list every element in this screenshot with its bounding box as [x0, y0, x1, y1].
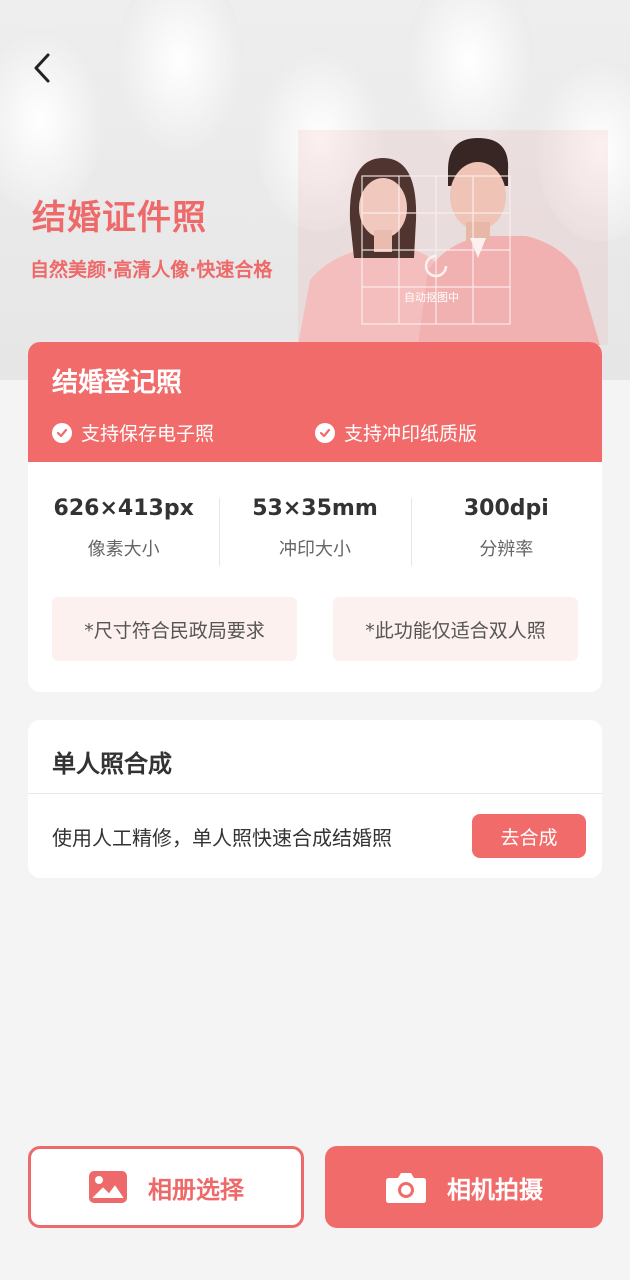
feature-label: 支持冲印纸质版 — [344, 423, 478, 445]
hero-subtitle: 自然美颜·高清人像·快速合格 — [30, 259, 273, 281]
card-header: 结婚登记照 支持保存电子照 支持冲印纸质版 — [28, 342, 602, 462]
spec-value: 53×35mm — [252, 496, 378, 521]
spec-print-size: 53×35mm 冲印大小 — [219, 496, 410, 566]
spec-label: 分辨率 — [479, 539, 534, 560]
spec-value: 626×413px — [53, 496, 194, 521]
check-circle-icon — [52, 422, 72, 443]
feature-item: 支持冲印纸质版 — [315, 419, 477, 446]
feature-label: 支持保存电子照 — [81, 423, 215, 445]
spec-resolution: 300dpi 分辨率 — [410, 496, 602, 566]
feature-list: 支持保存电子照 支持冲印纸质版 — [52, 419, 578, 446]
single-photo-card: 单人照合成 使用人工精修，单人照快速合成结婚照 去合成 — [28, 720, 602, 878]
single-card-title: 单人照合成 — [28, 720, 602, 794]
spec-label: 冲印大小 — [278, 539, 351, 560]
camera-icon — [385, 1170, 427, 1204]
marriage-photo-card: 结婚登记照 支持保存电子照 支持冲印纸质版 626×413px 像素大小 53×… — [28, 342, 602, 692]
hero-banner: 结婚证件照 自然美颜·高清人像·快速合格 自动抠图中 — [0, 0, 630, 380]
feature-item: 支持保存电子照 — [52, 419, 315, 446]
back-arrow-icon — [34, 53, 50, 83]
couple-photo-illustration — [298, 130, 608, 345]
album-select-button[interactable]: 相册选择 — [28, 1146, 304, 1228]
note-double-only: *此功能仅适合双人照 — [333, 597, 578, 661]
note-requirement: *尺寸符合民政局要求 — [52, 597, 297, 661]
hero-title: 结婚证件照 — [32, 198, 207, 238]
single-card-row: 使用人工精修，单人照快速合成结婚照 去合成 — [28, 794, 602, 878]
spec-label: 像素大小 — [87, 539, 160, 560]
camera-capture-button[interactable]: 相机拍摄 — [325, 1146, 603, 1228]
note-list: *尺寸符合民政局要求 *此功能仅适合双人照 — [28, 597, 602, 661]
compose-button[interactable]: 去合成 — [472, 814, 586, 858]
scan-status-text: 自动抠图中 — [404, 291, 459, 304]
spec-list: 626×413px 像素大小 53×35mm 冲印大小 300dpi 分辨率 — [28, 496, 602, 566]
check-circle-icon — [315, 422, 335, 443]
album-select-label: 相册选择 — [148, 1175, 244, 1204]
single-card-description: 使用人工精修，单人照快速合成结婚照 — [52, 825, 392, 850]
spec-pixel-size: 626×413px 像素大小 — [28, 496, 219, 561]
spec-value: 300dpi — [463, 496, 549, 521]
back-button[interactable] — [22, 48, 62, 88]
card-title: 结婚登记照 — [52, 368, 183, 398]
camera-capture-label: 相机拍摄 — [447, 1175, 543, 1204]
image-icon — [88, 1170, 128, 1204]
